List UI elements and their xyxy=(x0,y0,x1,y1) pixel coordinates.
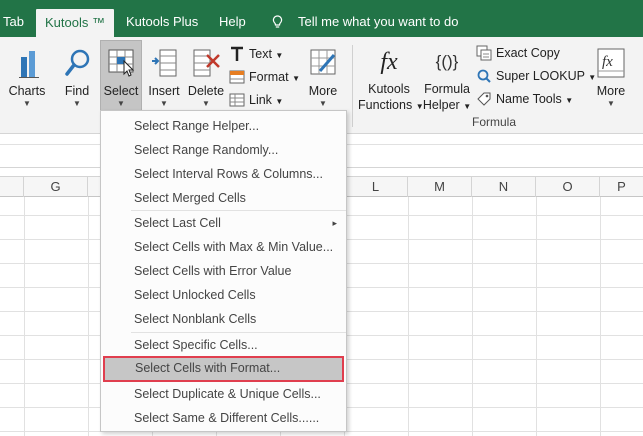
delete-icon xyxy=(193,49,220,77)
delete-label: Delete xyxy=(187,84,225,98)
chevron-down-icon: ▼ xyxy=(463,102,472,111)
column-header-m[interactable]: M xyxy=(408,177,472,197)
menu-item-select-error-value[interactable]: Select Cells with Error Value xyxy=(102,259,345,283)
magnifier-icon xyxy=(65,49,90,76)
tell-me-search[interactable]: Tell me what you want to do xyxy=(298,0,458,37)
menu-item-select-last-cell[interactable]: Select Last Cell ▸ xyxy=(102,211,345,235)
chevron-down-icon: ▼ xyxy=(202,99,210,108)
menu-item-select-specific-cells[interactable]: Select Specific Cells... xyxy=(102,333,345,357)
select-icon xyxy=(108,49,135,77)
format-icon xyxy=(229,70,245,84)
exact-copy-icon xyxy=(476,45,492,61)
svg-text:fx: fx xyxy=(602,54,613,70)
chevron-down-icon: ▼ xyxy=(117,99,125,108)
column-header-blank xyxy=(0,177,24,197)
menu-item-select-unlocked-cells[interactable]: Select Unlocked Cells xyxy=(102,283,345,307)
formula-helper-label-1: Formula xyxy=(424,82,470,96)
tab-help[interactable]: Help xyxy=(219,0,246,37)
chevron-down-icon: ▼ xyxy=(275,51,284,60)
super-lookup-label: Super LOOKUP xyxy=(496,69,585,83)
menu-item-select-interval-rows-columns[interactable]: Select Interval Rows & Columns... xyxy=(102,162,345,186)
text-label: Text xyxy=(249,47,272,61)
formula-helper-label-2: Helper xyxy=(422,98,460,112)
charts-icon xyxy=(19,51,39,78)
more-button-2[interactable]: fx More ▼ xyxy=(590,41,632,127)
tab-kutools-plus[interactable]: Kutools Plus xyxy=(126,0,198,37)
chevron-down-icon: ▼ xyxy=(565,96,574,105)
menu-item-select-same-different-cells[interactable]: Select Same & Different Cells...... xyxy=(102,406,345,430)
chevron-down-icon: ▼ xyxy=(160,99,168,108)
column-header-g[interactable]: G xyxy=(24,177,88,197)
find-label: Find xyxy=(64,84,90,98)
kutools-functions-label-2: Functions xyxy=(358,98,413,112)
submenu-arrow-icon: ▸ xyxy=(332,218,337,228)
tab-kutools[interactable]: Kutools ™ xyxy=(36,9,114,37)
insert-icon xyxy=(152,49,177,77)
ribbon-separator xyxy=(352,45,353,127)
chevron-down-icon: ▼ xyxy=(73,99,81,108)
link-icon xyxy=(229,93,245,107)
kutools-functions-label-1: Kutools xyxy=(368,82,410,96)
exact-copy-label: Exact Copy xyxy=(496,46,560,60)
formula-more-icon: fx xyxy=(597,48,625,78)
menu-item-select-duplicate-unique-cells[interactable]: Select Duplicate & Unique Cells... xyxy=(102,382,345,406)
menu-item-select-range-randomly[interactable]: Select Range Randomly... xyxy=(102,138,345,162)
text-icon xyxy=(231,46,243,61)
tab-tab[interactable]: Tab xyxy=(3,0,24,37)
chevron-down-icon: ▼ xyxy=(23,99,31,108)
chevron-down-icon: ▼ xyxy=(607,99,615,108)
menu-item-select-last-cell-label: Select Last Cell xyxy=(134,216,221,230)
name-tools-icon xyxy=(477,92,491,106)
menu-item-select-max-min-value[interactable]: Select Cells with Max & Min Value... xyxy=(102,235,345,259)
select-label: Select xyxy=(103,84,139,98)
select-dropdown-menu: Select Range Helper... Select Range Rand… xyxy=(100,110,347,432)
insert-label: Insert xyxy=(148,84,180,98)
chevron-down-icon: ▼ xyxy=(275,97,284,106)
ribbon-tab-bar: Tab Kutools ™ Kutools Plus Help Tell me … xyxy=(0,0,643,37)
chevron-down-icon: ▼ xyxy=(292,74,300,83)
select-button[interactable]: Select ▼ xyxy=(100,40,142,114)
charts-button[interactable]: Charts ▼ xyxy=(4,41,50,127)
menu-item-select-merged-cells[interactable]: Select Merged Cells xyxy=(102,186,345,210)
charts-label: Charts xyxy=(8,84,46,98)
formula-group-label: Formula xyxy=(472,115,517,129)
super-lookup-icon xyxy=(477,69,491,83)
formula-helper-button[interactable]: {()} Formula Helper ▼ xyxy=(422,41,472,127)
menu-item-select-range-helper[interactable]: Select Range Helper... xyxy=(102,114,345,138)
chevron-down-icon: ▼ xyxy=(319,99,327,108)
link-label: Link xyxy=(249,93,272,107)
menu-item-select-nonblank-cells[interactable]: Select Nonblank Cells xyxy=(102,307,345,331)
braces-icon: {()} xyxy=(435,52,459,71)
column-header-l[interactable]: L xyxy=(344,177,408,197)
fx-icon: fx xyxy=(380,49,398,75)
lightbulb-icon xyxy=(272,15,283,28)
column-header-p[interactable]: P xyxy=(600,177,643,197)
format-label: Format xyxy=(249,70,289,84)
more-icon xyxy=(310,49,336,75)
more-label-1: More xyxy=(308,84,338,98)
menu-item-select-cells-with-format[interactable]: Select Cells with Format... xyxy=(103,356,344,382)
kutools-functions-button[interactable]: fx Kutools Functions ▼ xyxy=(358,41,424,127)
more-label-2: More xyxy=(596,84,626,98)
column-header-n[interactable]: N xyxy=(472,177,536,197)
find-button[interactable]: Find ▼ xyxy=(56,41,98,127)
column-header-o[interactable]: O xyxy=(536,177,600,197)
name-tools-label: Name Tools xyxy=(496,92,562,106)
